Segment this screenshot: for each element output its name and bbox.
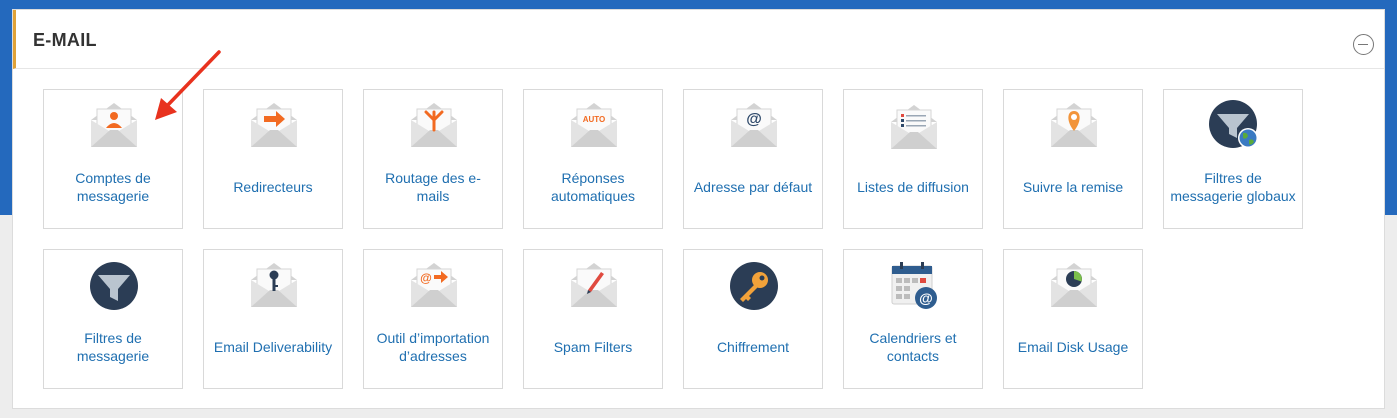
tile-label: Filtres de messagerie — [76, 330, 150, 364]
email-deliverability-icon — [251, 263, 297, 307]
tile-address-importer[interactable]: @ Outil d’importation d’adresses — [363, 249, 503, 389]
tile-label: Listes de diffusion — [857, 179, 969, 195]
collapse-icon[interactable] — [1353, 34, 1374, 55]
tile-label: Calendriers et contacts — [869, 330, 957, 364]
tile-label: Email Disk Usage — [1017, 339, 1129, 355]
tile-autoresponders[interactable]: AUTO Réponses automatiques — [523, 89, 663, 229]
tile-label: Spam Filters — [553, 339, 633, 355]
section-header: E-MAIL — [13, 10, 1384, 69]
calendars-contacts-icon: @ — [891, 262, 937, 309]
address-importer-icon: @ — [411, 263, 457, 307]
tile-email-filters[interactable]: Filtres de messagerie — [43, 249, 183, 389]
tile-email-accounts[interactable]: Comptes de messagerie — [43, 89, 183, 229]
svg-text:@: @ — [919, 290, 933, 306]
tile-label: Email Deliverability — [213, 339, 333, 355]
tile-track-delivery[interactable]: Suivre la remise — [1003, 89, 1143, 229]
global-filters-icon — [1209, 100, 1258, 148]
tile-label: Comptes de messagerie — [75, 170, 151, 204]
tile-label: Routage des e-mails — [385, 170, 481, 204]
spam-filters-icon — [571, 263, 617, 307]
tile-default-address[interactable]: @ Adresse par défaut — [683, 89, 823, 229]
track-delivery-icon — [1051, 103, 1097, 147]
svg-text:@: @ — [746, 111, 762, 128]
tile-email-deliverability[interactable]: Email Deliverability — [203, 249, 343, 389]
tile-forwarders[interactable]: Redirecteurs — [203, 89, 343, 229]
tile-label: Chiffrement — [716, 339, 790, 355]
email-accounts-icon — [91, 103, 137, 147]
tile-calendars-contacts[interactable]: @ Calendriers et contacts — [843, 249, 983, 389]
tile-spam-filters[interactable]: Spam Filters — [523, 249, 663, 389]
svg-text:@: @ — [420, 271, 432, 285]
email-filters-icon — [90, 262, 138, 310]
forwarders-icon — [251, 103, 297, 147]
tile-label: Filtres de messagerie globaux — [1170, 170, 1296, 204]
tile-label: Redirecteurs — [233, 179, 313, 195]
mailing-lists-icon — [891, 105, 937, 149]
tile-email-disk-usage[interactable]: Email Disk Usage — [1003, 249, 1143, 389]
email-routing-icon — [411, 103, 457, 147]
email-disk-usage-icon — [1051, 263, 1097, 307]
tile-label: Suivre la remise — [1022, 179, 1124, 195]
tile-encryption[interactable]: Chiffrement — [683, 249, 823, 389]
svg-text:AUTO: AUTO — [583, 115, 606, 124]
encryption-icon — [730, 262, 778, 310]
email-section-panel: E-MAIL Comptes de messagerie Redirecteur… — [12, 9, 1385, 409]
default-address-icon: @ — [731, 103, 777, 147]
tile-global-filters[interactable]: Filtres de messagerie globaux — [1163, 89, 1303, 229]
autoresponders-icon: AUTO — [571, 103, 617, 147]
tile-mailing-lists[interactable]: Listes de diffusion — [843, 89, 983, 229]
tile-label: Adresse par défaut — [693, 179, 813, 195]
tile-label: Réponses automatiques — [550, 170, 636, 204]
tile-email-routing[interactable]: Routage des e-mails — [363, 89, 503, 229]
tile-label: Outil d’importation d’adresses — [376, 330, 490, 364]
section-title: E-MAIL — [33, 30, 97, 50]
